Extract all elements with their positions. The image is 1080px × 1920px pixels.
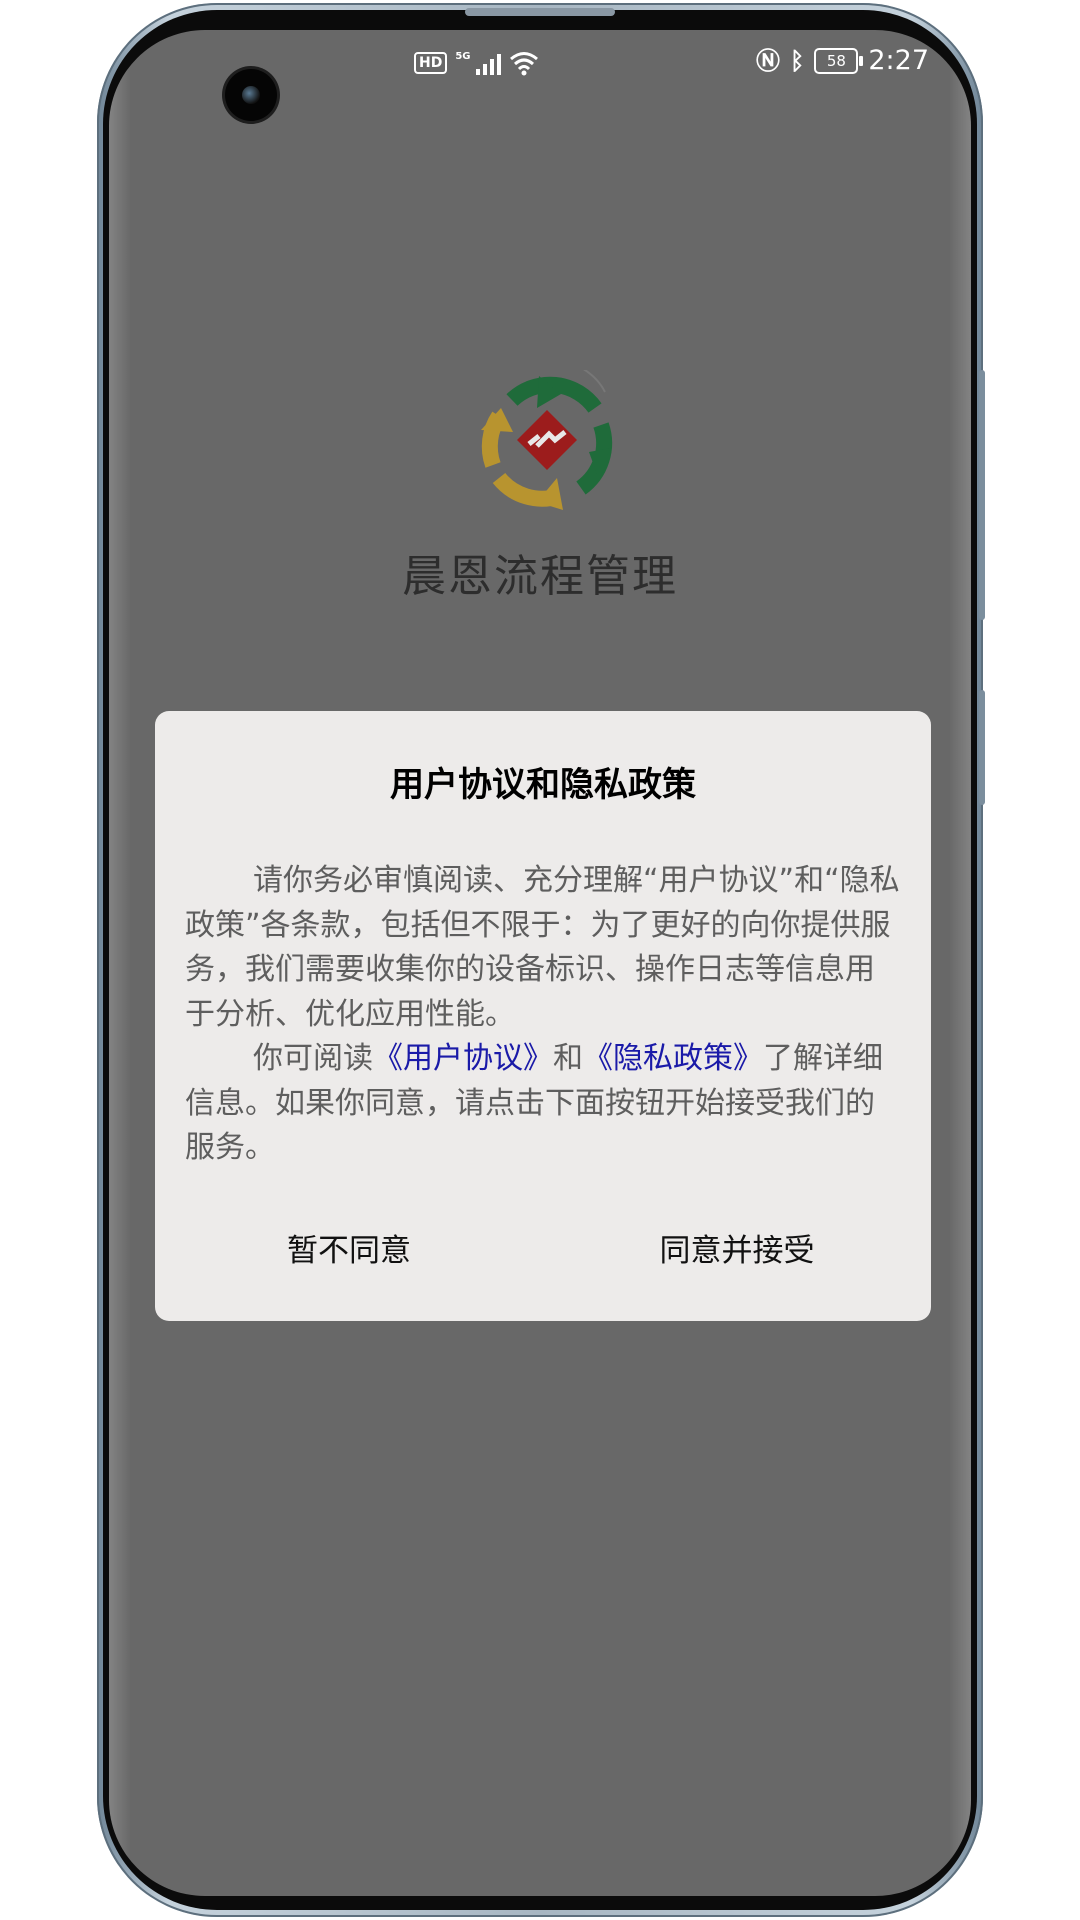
screen: HD 5G Ⓝ ᛒ 58 2:27 晨恩流程管理 用户协议和隐私政策 请你务必审…	[109, 30, 971, 1896]
hd-icon: HD	[414, 52, 448, 74]
dialog-title: 用户协议和隐私政策	[390, 765, 696, 805]
volume-button	[979, 370, 985, 620]
dialog-paragraph-2: 你可阅读《用户协议》和《隐私政策》了解详细信息。如果你同意，请点击下面按钮开始接…	[185, 1037, 901, 1171]
earpiece-speaker	[465, 8, 615, 16]
bluetooth-icon: ᛒ	[789, 47, 805, 75]
nfc-icon: Ⓝ	[755, 47, 780, 75]
status-bar: HD 5G Ⓝ ᛒ 58 2:27	[109, 30, 971, 121]
user-agreement-link[interactable]: 《用户协议》	[373, 1041, 553, 1076]
status-bar-left: HD 5G	[414, 50, 539, 76]
app-name: 晨恩流程管理	[402, 551, 678, 602]
dialog-paragraph-1: 请你务必审慎阅读、充分理解“用户协议”和“隐私政策”各条款，包括但不限于：为了更…	[185, 863, 900, 1032]
status-bar-right: Ⓝ ᛒ 58 2:27	[756, 46, 929, 76]
accept-button[interactable]: 同意并接受	[543, 1211, 931, 1291]
dialog-button-row: 暂不同意 同意并接受	[155, 1211, 931, 1291]
battery-icon: 58	[814, 48, 864, 74]
device-frame: HD 5G Ⓝ ᛒ 58 2:27 晨恩流程管理 用户协议和隐私政策 请你务必审…	[0, 0, 1080, 1920]
front-camera	[225, 69, 277, 121]
dialog-body: 请你务必审慎阅读、充分理解“用户协议”和“隐私政策”各条款，包括但不限于：为了更…	[185, 859, 901, 1171]
app-logo-icon	[481, 370, 613, 510]
paragraph-2-prefix: 你可阅读	[253, 1041, 373, 1076]
cellular-signal-icon: 5G	[455, 51, 501, 75]
wifi-icon	[509, 52, 538, 76]
decline-button[interactable]: 暂不同意	[155, 1211, 543, 1291]
privacy-policy-link[interactable]: 《隐私政策》	[583, 1041, 763, 1076]
network-type-label: 5G	[455, 51, 471, 62]
clock: 2:27	[868, 45, 929, 76]
consent-dialog: 用户协议和隐私政策 请你务必审慎阅读、充分理解“用户协议”和“隐私政策”各条款，…	[155, 711, 931, 1321]
power-button	[979, 690, 985, 805]
paragraph-2-conjunction: 和	[553, 1041, 583, 1076]
